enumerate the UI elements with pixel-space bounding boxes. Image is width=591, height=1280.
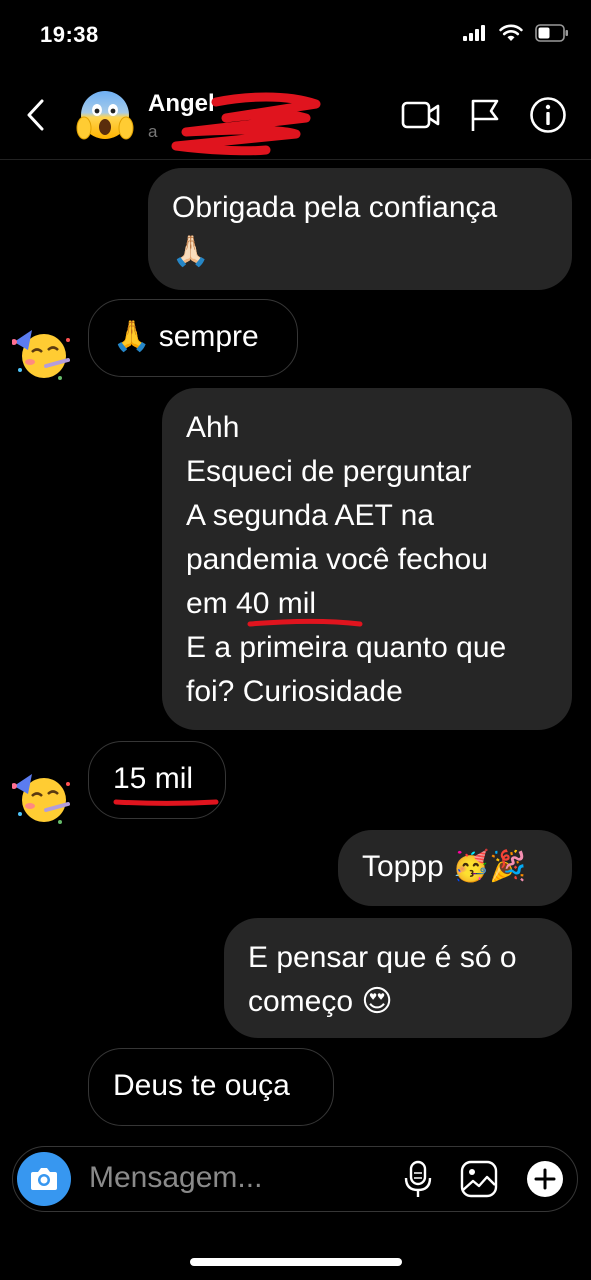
message-line: A segunda AET na [186,499,434,532]
composer-actions [403,1159,565,1199]
camera-button[interactable] [17,1152,71,1206]
contact-username: a [148,122,158,141]
status-bar: 19:38 [0,0,591,70]
message-bubble-outgoing[interactable]: Ahh Esqueci de perguntar A segunda AET n… [162,388,572,730]
party-face-avatar [12,774,70,824]
message-bubble-outgoing[interactable]: Toppp 🥳🎉 [338,830,572,906]
message-line: foi? Curiosidade [186,675,403,708]
cellular-signal-icon [463,25,485,41]
message-line: começo 😍 [248,985,393,1018]
status-time: 19:38 [40,22,99,47]
plus-icon[interactable] [525,1159,565,1199]
message-line: 🙏🏻 [172,235,210,268]
message-input[interactable]: Mensagem... [89,1161,262,1195]
message-text: Toppp 🥳🎉 [362,850,527,883]
message-line: Esqueci de perguntar [186,455,472,488]
message-line: Obrigada pela confiança [172,191,498,224]
video-call-icon[interactable] [401,100,441,130]
message-line: Ahh [186,411,240,444]
contact-avatar[interactable] [76,86,134,144]
message-line: em 40 mil [186,587,317,620]
message-line: E a primeira quanto que [186,631,507,664]
party-face-avatar [12,330,70,380]
wifi-icon [499,24,523,41]
redaction-scribble [171,92,321,156]
message-bubble-incoming[interactable]: 🙏 sempre [88,299,298,377]
message-bubble-outgoing[interactable]: E pensar que é só o começo 😍 [224,918,572,1038]
message-text: 15 mil [113,762,194,795]
red-underline-annotation [247,618,363,627]
chat-header: Angel a [0,70,591,160]
message-bubble-outgoing[interactable]: Obrigada pela confiança 🙏🏻 [148,168,572,290]
message-text: 🙏 sempre [113,320,259,353]
flag-icon[interactable] [469,97,501,133]
red-underline-annotation [113,799,219,806]
camera-icon [31,1168,57,1190]
home-indicator[interactable] [190,1258,402,1266]
info-icon[interactable] [529,96,567,134]
battery-icon [535,24,568,42]
message-bubble-incoming[interactable]: Deus te ouça [88,1048,334,1126]
message-line: pandemia você fechou [186,543,488,576]
gallery-icon[interactable] [459,1159,499,1199]
back-chevron-icon[interactable] [22,95,52,135]
message-line: E pensar que é só o [248,941,517,974]
header-actions [401,96,567,134]
microphone-icon[interactable] [403,1159,433,1199]
message-composer: Mensagem... [12,1146,578,1212]
message-text: Deus te ouça [113,1069,290,1102]
status-icons [463,24,569,42]
